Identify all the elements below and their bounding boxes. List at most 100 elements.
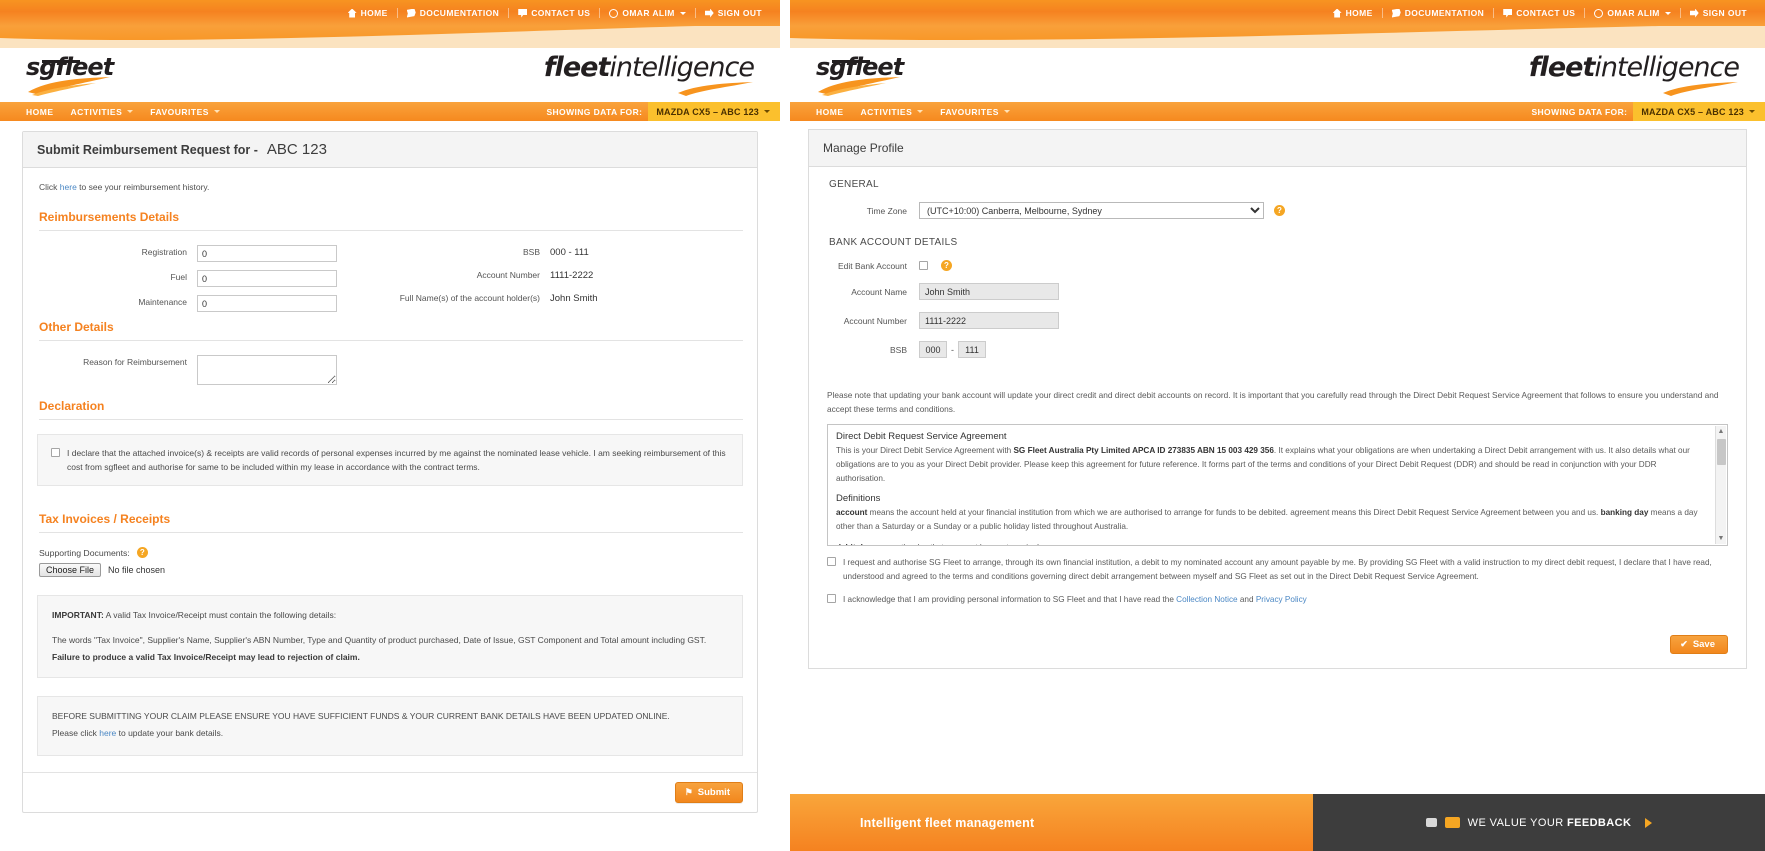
topbar-item-user-menu[interactable]: OMAR ALIM [600,8,696,18]
scroll-up-icon[interactable]: ▲ [1716,426,1726,437]
left-window-reimbursement: HOME DOCUMENTATION CONTACT US OMAR ALIM [0,0,780,851]
right-window-manage-profile: HOME DOCUMENTATION CONTACT US OMAR ALIM [790,0,1765,851]
speech-bubble-icon [518,8,528,18]
maintenance-input[interactable] [197,295,337,312]
important-line-1: IMPORTANT: A valid Tax Invoice/Receipt m… [52,610,337,620]
sgfleet-logo-swoosh-icon [818,77,900,96]
fuel-input[interactable] [197,270,337,287]
vehicle-selector-value: MAZDA CX5 – ABC 123 [1641,106,1744,117]
sgfleet-logo-bar [832,60,870,63]
direct-debit-consent-checkbox[interactable] [827,557,836,566]
nav-item-activities[interactable]: ACTIVITIES [71,107,145,117]
update-bank-details-link[interactable]: here [99,728,116,738]
save-button[interactable]: ✔ Save [1670,634,1728,654]
bank-update-note: Please note that updating your bank acco… [827,390,1719,414]
edit-bank-account-checkbox[interactable] [919,261,928,270]
reason-textarea[interactable] [197,355,337,385]
submit-button[interactable]: ⚑ Submit [674,782,743,803]
topbar-item-user-menu[interactable]: OMAR ALIM [1585,8,1681,18]
nav-item-home[interactable]: HOME [26,107,65,117]
topbar-item-home[interactable]: HOME [1324,8,1383,18]
no-file-chosen-label: No file chosen [108,565,166,575]
history-suffix: to see your reimbursement history. [76,182,210,192]
ddr-scrollbar[interactable]: ▲ ▼ [1715,426,1726,544]
field-label-registration: Registration [141,247,187,257]
document-icon [1391,8,1401,18]
nav-item-favourites[interactable]: FAVOURITES [150,107,231,117]
divider [39,532,743,533]
choose-file-button[interactable]: Choose File [39,563,102,577]
topbar-item-sign-out[interactable]: SIGN OUT [696,8,766,18]
sign-out-icon [1689,8,1699,18]
chevron-down-icon [1003,110,1010,113]
registration-input[interactable] [197,245,337,262]
footer-tagline-area: Intelligent fleet management [790,794,1313,851]
field-label-account-name: Account Name [851,286,907,297]
speech-bubble-icon [1444,817,1460,828]
showing-data-label: SHOWING DATA FOR: [546,106,643,117]
vehicle-selector[interactable]: MAZDA CX5 – ABC 123 [1633,102,1765,121]
nav-label-activities: ACTIVITIES [860,106,913,117]
account-number-value: 1111-2222 [550,270,594,281]
footer-feedback-bar[interactable]: WE VALUE YOUR FEEDBACK [1313,794,1765,851]
declaration-checkbox[interactable] [51,448,60,457]
privacy-policy-link[interactable]: Privacy Policy [1256,595,1307,604]
topbar-label-home: HOME [360,8,388,18]
scroll-down-icon[interactable]: ▼ [1716,533,1726,544]
ddr-agreement-scrollbox[interactable]: Direct Debit Request Service Agreement T… [827,424,1728,546]
manage-profile-card: Manage Profile GENERAL Time Zone (UTC+10… [808,129,1747,669]
help-icon[interactable]: ? [941,260,952,271]
topbar-item-contact-us[interactable]: CONTACT US [509,8,601,18]
nav-item-favourites[interactable]: FAVOURITES [940,107,1021,117]
topbar-item-contact-us[interactable]: CONTACT US [1494,8,1586,18]
chevron-down-icon [213,110,220,113]
chevron-down-icon [1749,110,1755,113]
vehicle-selector[interactable]: MAZDA CX5 – ABC 123 [648,102,780,121]
field-label-account-number: Account Number [476,270,540,280]
fleetintelligence-logo-text: fleetintelligence [454,54,755,81]
account-number-input[interactable] [919,312,1059,329]
bsb-part1-input[interactable] [919,341,947,358]
supporting-documents-row: Supporting Documents: ? [39,547,743,558]
topbar-item-documentation[interactable]: DOCUMENTATION [1383,8,1495,18]
time-zone-select[interactable]: (UTC+10:00) Canberra, Melbourne, Sydney [919,202,1264,219]
showing-data-for: SHOWING DATA FOR: MAZDA CX5 – ABC 123 [1531,102,1765,121]
scrollbar-thumb[interactable] [1717,439,1726,465]
history-line: Click here to see your reimbursement his… [39,182,743,192]
submit-flag-icon: ⚑ [684,787,693,797]
help-icon[interactable]: ? [1274,205,1285,216]
home-icon [347,8,357,18]
brand-header: sgfleet fleetintelligence [0,48,780,102]
help-icon[interactable]: ? [136,547,148,558]
sgfleet-logo[interactable]: sgfleet [26,53,118,97]
divider [39,340,743,341]
nav-label-favourites: FAVOURITES [940,106,999,117]
fleetintelligence-logo: fleetintelligence [454,54,755,97]
account-name-input[interactable] [919,283,1059,300]
supporting-documents-label: Supporting Documents: [39,547,130,558]
topbar-item-documentation[interactable]: DOCUMENTATION [398,8,510,18]
manage-profile-card-body: GENERAL Time Zone (UTC+10:00) Canberra, … [809,167,1746,668]
bsb-part2-input[interactable] [958,341,986,358]
privacy-consent-b: and [1237,595,1256,604]
section-title-declaration: Declaration [39,399,105,413]
declaration-text: I declare that the attached invoice(s) &… [67,448,726,472]
field-label-account-number: Account Number [843,315,907,326]
privacy-consent-checkbox[interactable] [827,594,836,603]
collection-notice-link[interactable]: Collection Notice [1176,595,1237,604]
speech-bubble-small-icon [1425,818,1437,827]
topbar-label-user: OMAR ALIM [622,8,675,18]
field-label-edit-bank-account: Edit Bank Account [838,260,907,271]
reimbursement-history-link[interactable]: here [60,182,77,192]
topbar-item-home[interactable]: HOME [339,8,398,18]
ddr-definition-account: account means the account held at your f… [836,506,1705,534]
topbar-item-sign-out[interactable]: SIGN OUT [1681,8,1751,18]
ddr-p1-entity: SG Fleet Australia Pty Limited APCA ID 2… [1013,446,1274,455]
nav-item-activities[interactable]: ACTIVITIES [861,107,935,117]
nav-item-home[interactable]: HOME [816,107,855,117]
sgfleet-logo[interactable]: sgfleet [816,53,908,97]
before-line-2: Please click here to update your bank de… [52,726,728,741]
topbar-label-contact-us: CONTACT US [531,8,591,18]
consent-row-privacy: I acknowledge that I am providing person… [827,593,1728,607]
